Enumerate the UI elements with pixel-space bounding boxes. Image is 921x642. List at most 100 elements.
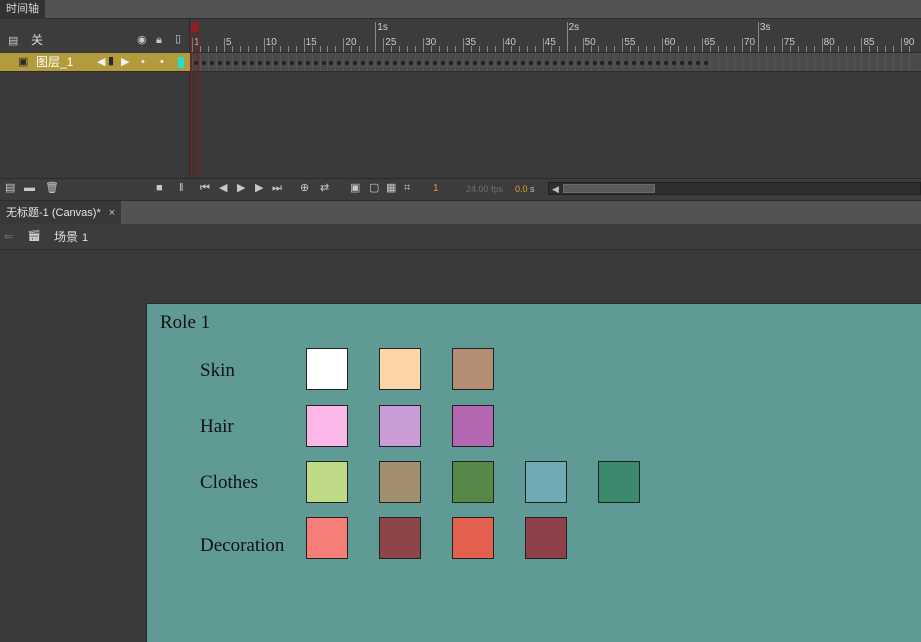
frames-area-empty[interactable] <box>191 72 921 178</box>
elapsed-time-value[interactable]: 0.0 <box>515 182 528 196</box>
timeline-tab[interactable]: 时间轴 <box>0 0 45 19</box>
keyframe-dot[interactable] <box>592 61 597 65</box>
keyframe-dot[interactable] <box>464 61 469 65</box>
keyframe-dot[interactable] <box>201 61 206 65</box>
keyframe-dot[interactable] <box>249 61 254 65</box>
step-back-icon[interactable]: ◀ <box>219 181 227 195</box>
keyframe-dot[interactable] <box>480 61 485 65</box>
keyframe-dot[interactable] <box>520 61 525 65</box>
edit-multiple-frames-icon[interactable]: ▦ <box>386 181 396 195</box>
layer-lock-dot-icon[interactable]: • <box>160 56 164 68</box>
back-arrow-icon[interactable]: ⇐ <box>4 231 13 243</box>
timeline-scrollbar[interactable]: ◀ <box>548 182 921 195</box>
frame-divider <box>518 54 520 71</box>
ruler-tick <box>654 46 656 52</box>
color-swatch[interactable] <box>452 461 494 503</box>
new-folder-icon[interactable]: ▬ <box>24 181 35 195</box>
playhead-handle[interactable] <box>191 22 199 32</box>
keyframe-dot[interactable] <box>321 61 326 65</box>
layer-next-icon[interactable]: ▶ <box>121 56 129 68</box>
color-swatch[interactable] <box>452 517 494 559</box>
delete-layer-icon[interactable]: 🗑︎ <box>45 181 59 195</box>
stage-canvas[interactable]: Role 1 Skin Hair Clothes Decoration <box>146 303 921 642</box>
ruler-tick <box>455 46 456 52</box>
keyframe-dot[interactable] <box>457 61 461 65</box>
ruler-tick <box>447 46 449 52</box>
playhead[interactable] <box>191 22 199 178</box>
keyframe-dot[interactable] <box>544 61 549 65</box>
layer-prev-icon[interactable]: ◀ <box>97 56 105 68</box>
onion-outline-icon[interactable]: ▢ <box>369 181 379 195</box>
outline-all-layers-icon[interactable]: ▯ <box>175 33 181 45</box>
keyframe-dot[interactable] <box>584 61 589 65</box>
color-swatch[interactable] <box>306 461 348 503</box>
show-all-layers-icon[interactable]: ◉ <box>137 34 147 46</box>
play-icon[interactable]: ▶ <box>237 181 245 195</box>
current-frame-value[interactable]: 1 <box>433 182 439 196</box>
color-swatch[interactable] <box>379 405 421 447</box>
new-layer-icon[interactable]: ▤ <box>5 181 15 195</box>
color-swatch[interactable] <box>452 405 494 447</box>
keyframe-dot[interactable] <box>449 61 454 65</box>
keyframe-dot[interactable] <box>568 61 573 65</box>
keyframe-dot[interactable] <box>209 61 214 65</box>
center-frame-icon[interactable]: ⊕ <box>300 181 309 195</box>
keyframe-dot[interactable] <box>496 61 501 65</box>
color-swatch[interactable] <box>452 348 494 390</box>
keyframe-dot[interactable] <box>576 61 581 65</box>
document-tab[interactable]: 无标题-1 (Canvas)* × <box>0 201 122 225</box>
color-swatch[interactable] <box>598 461 640 503</box>
keyframe-dot[interactable] <box>512 61 517 65</box>
layers-options-icon[interactable]: ▤ <box>8 35 18 47</box>
keyframe-dot[interactable] <box>257 61 262 65</box>
modify-markers-icon[interactable]: ⌗ <box>404 181 410 195</box>
color-swatch[interactable] <box>379 348 421 390</box>
keyframe-dot[interactable] <box>313 61 318 65</box>
keyframe-dot[interactable] <box>225 61 230 65</box>
keyframe-dot[interactable] <box>472 61 477 65</box>
layer-outline-color-icon[interactable] <box>178 57 184 68</box>
loop-icon[interactable]: ⇄ <box>320 181 329 195</box>
color-swatch[interactable] <box>306 405 348 447</box>
step-forward-icon[interactable]: ▶ <box>255 181 263 195</box>
color-swatch[interactable] <box>525 517 567 559</box>
lock-all-layers-icon[interactable]: 🔒︎ <box>156 34 162 46</box>
close-icon[interactable]: × <box>109 207 115 219</box>
camera-icon[interactable]: ■ <box>156 181 163 195</box>
color-swatch[interactable] <box>306 348 348 390</box>
keyframe-dot[interactable] <box>217 61 222 65</box>
keyframe-dot[interactable] <box>560 61 565 65</box>
color-swatch[interactable] <box>379 461 421 503</box>
keyframe-dot[interactable] <box>273 61 278 65</box>
frame-divider <box>741 54 743 71</box>
onion-skin-icon[interactable]: ▣ <box>350 181 360 195</box>
ruler-tick <box>773 46 775 52</box>
keyframe-dot[interactable] <box>241 61 246 65</box>
keyframe-dot[interactable] <box>552 61 557 65</box>
first-frame-icon[interactable]: ⏮︎ <box>200 181 210 195</box>
keyframe-dot[interactable] <box>488 61 493 65</box>
layer-name[interactable]: 图层_1 <box>36 56 73 68</box>
color-swatch[interactable] <box>306 517 348 559</box>
scrollbar-thumb[interactable] <box>563 184 655 193</box>
color-swatch[interactable] <box>525 461 567 503</box>
keyframe-dot[interactable] <box>305 61 310 65</box>
fps-value[interactable]: 24.00 fps <box>466 182 503 196</box>
keyframe-dot[interactable] <box>233 61 238 65</box>
keyframe-dot[interactable] <box>528 61 533 65</box>
scroll-left-icon[interactable]: ◀ <box>552 183 559 195</box>
frame-divider <box>255 54 257 71</box>
keyframe-dot[interactable] <box>536 61 541 65</box>
color-swatch[interactable] <box>379 517 421 559</box>
keyframe-dot[interactable] <box>504 61 509 65</box>
keyframe-dot[interactable] <box>289 61 294 65</box>
keyframe-dot[interactable] <box>265 61 270 65</box>
ruler-tick <box>399 46 401 52</box>
keyframe-dot[interactable] <box>281 61 286 65</box>
layer-visible-dot-icon[interactable]: • <box>141 56 145 68</box>
keyframe-dot[interactable] <box>297 61 302 65</box>
layer-row[interactable]: ▣ 图层_1 ◀ ▮ ▶ • • <box>0 53 190 72</box>
scene-label[interactable]: 场景 <box>54 231 78 243</box>
frame-divider <box>781 54 783 71</box>
last-frame-icon[interactable]: ⏭︎ <box>272 181 282 195</box>
